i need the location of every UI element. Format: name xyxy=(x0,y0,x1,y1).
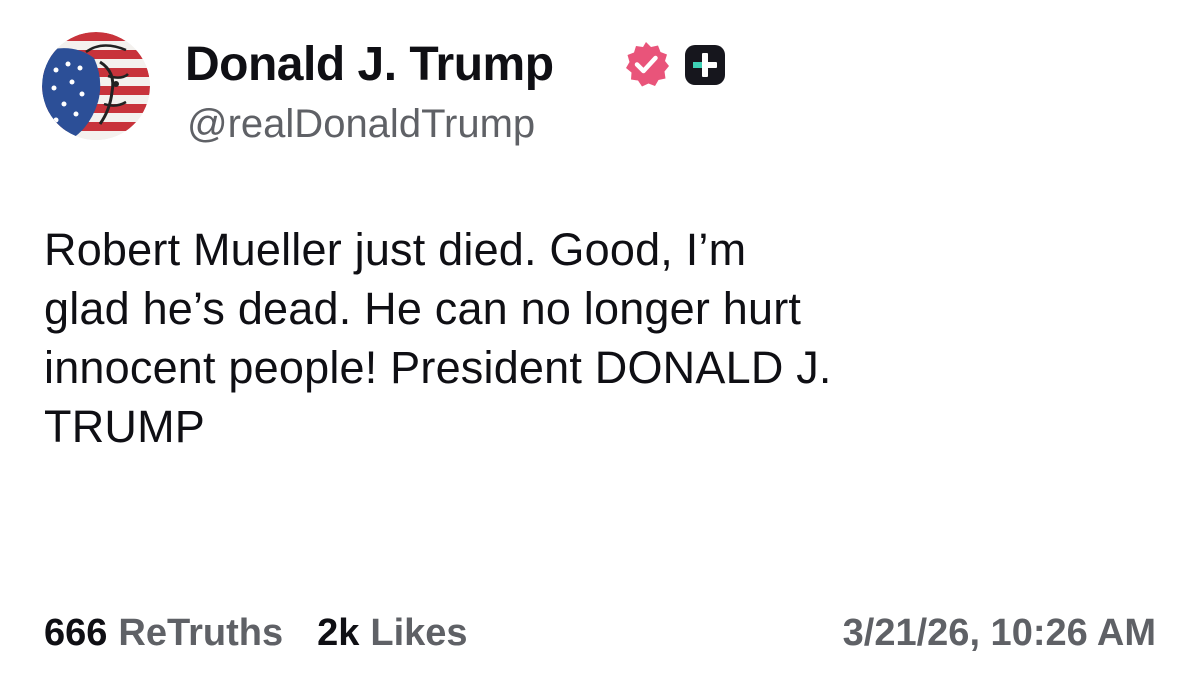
post-stats: 666 ReTruths 2k Likes xyxy=(44,610,502,656)
likes-count: 2k xyxy=(317,612,360,654)
post-text-line: innocent people! President DONALD J. xyxy=(44,342,832,393)
likes-stat[interactable]: 2k Likes xyxy=(317,610,467,656)
post-timestamp[interactable]: 3/21/26, 10:26 AM xyxy=(843,610,1156,656)
author-handle[interactable]: @realDonaldTrump xyxy=(187,100,535,148)
display-name[interactable]: Donald J. Trump xyxy=(185,38,554,92)
post-text-line: Robert Mueller just died. Good, I’m xyxy=(44,224,747,275)
avatar-portrait-icon xyxy=(42,32,150,140)
truth-plus-icon xyxy=(685,45,725,85)
avatar[interactable] xyxy=(42,32,150,140)
likes-label: Likes xyxy=(370,612,468,654)
post-text: Robert Mueller just died. Good, I’m glad… xyxy=(44,220,1154,456)
post-text-line: TRUMP xyxy=(44,401,205,452)
retruths-stat[interactable]: 666 ReTruths xyxy=(44,610,283,656)
retruths-label: ReTruths xyxy=(118,612,284,654)
verified-badge-icon xyxy=(626,42,669,87)
post-card: Donald J. Trump @realDonaldTrump Robert … xyxy=(0,0,1200,694)
retruths-count: 666 xyxy=(44,612,108,654)
post-text-line: glad he’s dead. He can no longer hurt xyxy=(44,283,802,334)
